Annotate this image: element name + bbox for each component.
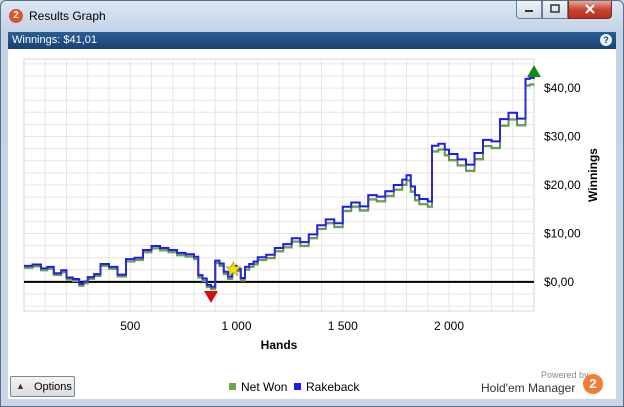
- x-tick-label: 1 500: [328, 319, 358, 333]
- legend-label-rakeback: Rakeback: [306, 380, 360, 394]
- app-logo-icon: 2: [9, 9, 23, 23]
- close-icon: [585, 4, 595, 14]
- options-label: Options: [34, 381, 72, 393]
- legend-label-net-won: Net Won: [241, 380, 288, 394]
- results-graph-window: 2 Results Graph Winnings: $41,01 ? 500 1 …: [0, 0, 624, 407]
- graph-panel: 500 1 000 1 500 2 000 $0,00 $10,00 $20,00 $30,0…: [8, 49, 616, 399]
- hem-logo-icon: 2: [583, 374, 603, 394]
- legend-item-rakeback[interactable]: Rakeback: [294, 380, 359, 394]
- x-axis-label: Hands: [261, 338, 298, 352]
- minimize-icon: [525, 10, 533, 12]
- minimize-button[interactable]: [516, 1, 542, 19]
- results-chart: 500 1 000 1 500 2 000 $0,00 $10,00 $20,00 $30,0…: [23, 58, 600, 352]
- options-button[interactable]: ▲ Options: [10, 376, 75, 397]
- x-tick-label: 2 000: [434, 319, 464, 333]
- expand-up-icon: ▲: [16, 381, 25, 391]
- x-tick-label: 500: [120, 319, 140, 333]
- brand-name: Hold'em Manager: [481, 381, 576, 395]
- winnings-summary: Winnings: $41,01: [12, 34, 97, 46]
- legend-item-net-won[interactable]: Net Won: [229, 380, 287, 394]
- legend-swatch-rakeback: [294, 383, 301, 390]
- close-button[interactable]: [568, 1, 612, 19]
- y-tick-label: $0,00: [544, 275, 574, 289]
- maximize-button[interactable]: [542, 1, 568, 19]
- y-tick-label: $20,00: [544, 178, 581, 192]
- title-bar[interactable]: 2 Results Graph: [1, 1, 623, 31]
- y-tick-label: $10,00: [544, 226, 581, 240]
- x-tick-label: 1 000: [221, 319, 251, 333]
- help-icon[interactable]: ?: [600, 34, 612, 46]
- y-axis-label: Winnings: [586, 148, 600, 202]
- legend-swatch-net-won: [229, 383, 236, 390]
- y-tick-label: $40,00: [544, 81, 581, 95]
- powered-by-text: Powered by: [541, 370, 589, 380]
- window-title: Results Graph: [29, 9, 106, 23]
- winnings-header: Winnings: $41,01 ?: [8, 32, 616, 49]
- y-tick-label: $30,00: [544, 130, 581, 144]
- maximize-icon: [550, 4, 560, 13]
